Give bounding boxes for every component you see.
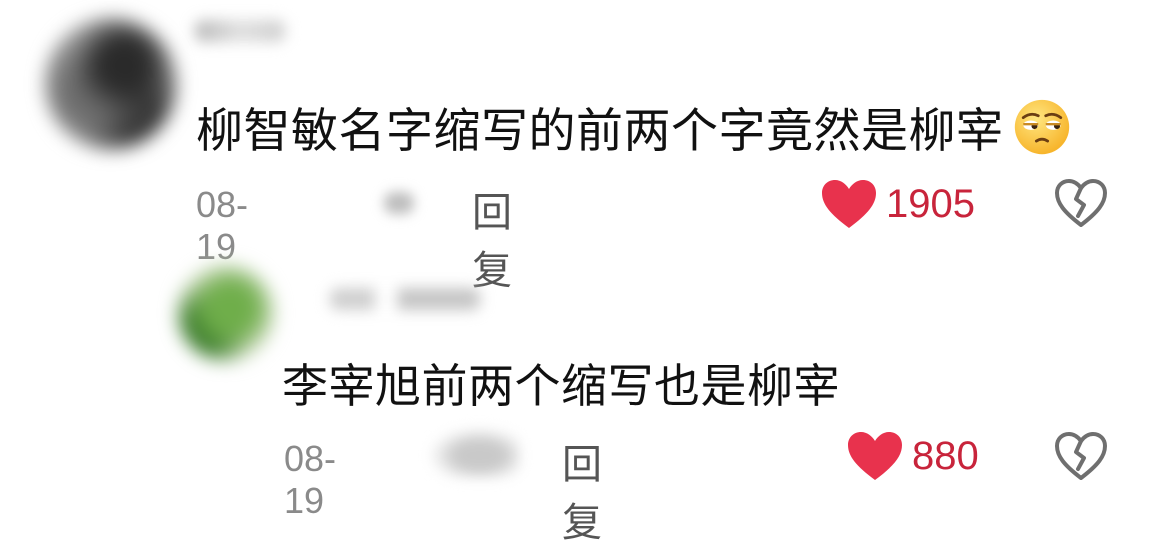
reply-button[interactable]: 回复 [562, 432, 602, 548]
like-button[interactable]: 1905 [820, 178, 975, 230]
broken-heart-icon[interactable] [1054, 431, 1108, 481]
unamused-face-emoji-icon [1014, 99, 1069, 154]
avatar[interactable] [45, 18, 177, 150]
comment-body: 柳智敏名字缩写的前两个字竟然是柳宰 [196, 104, 1004, 159]
heart-icon [822, 180, 876, 228]
like-button[interactable]: 880 [846, 430, 979, 482]
username-redacted [195, 20, 285, 42]
username-redacted [330, 288, 480, 310]
like-count: 880 [912, 433, 979, 478]
comment-text: 柳智敏名字缩写的前两个字竟然是柳宰 [196, 92, 1072, 161]
location-redacted [430, 428, 520, 478]
avatar[interactable] [178, 265, 274, 361]
heart-icon [848, 432, 902, 480]
location-redacted [384, 192, 414, 214]
comment-date: 08-19 [284, 438, 337, 521]
comment-body: 李宰旭前两个缩写也是柳宰 [282, 359, 840, 413]
like-count: 1905 [886, 181, 975, 226]
comment-date: 08-19 [196, 184, 249, 267]
broken-heart-icon[interactable] [1054, 178, 1108, 228]
reply-button[interactable]: 回复 [472, 180, 512, 296]
